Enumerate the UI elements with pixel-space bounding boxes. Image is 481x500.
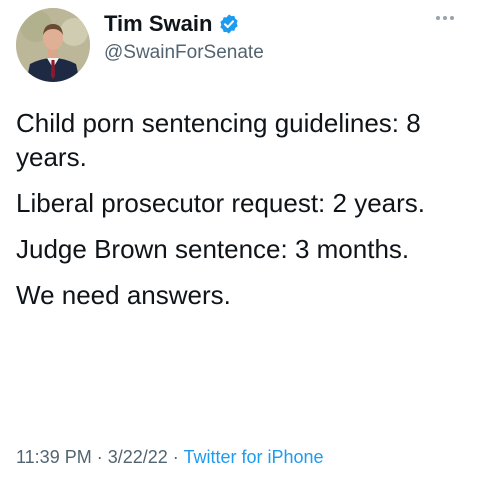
tweet-date[interactable]: 3/22/22 — [108, 447, 168, 467]
meta-separator: · — [167, 447, 184, 467]
dot — [436, 16, 440, 20]
tweet-header: Tim Swain @SwainForSenate — [104, 10, 424, 64]
dot — [450, 16, 454, 20]
avatar[interactable] — [16, 8, 90, 82]
meta-separator: · — [91, 447, 108, 467]
handle[interactable]: @SwainForSenate — [104, 42, 424, 64]
more-options-icon[interactable] — [431, 8, 459, 28]
verified-badge-icon — [218, 13, 240, 35]
display-name[interactable]: Tim Swain — [104, 11, 212, 37]
name-row: Tim Swain — [104, 10, 424, 38]
tweet-source-link[interactable]: Twitter for iPhone — [183, 447, 323, 467]
tweet-time[interactable]: 11:39 PM — [16, 447, 92, 467]
tweet-paragraph: Judge Brown sentence: 3 months. — [16, 234, 410, 264]
dot — [443, 16, 447, 20]
tweet-text: Child porn sentencing guidelines: 8 year… — [16, 106, 466, 324]
tweet-meta: 11:39 PM · 3/22/22 · Twitter for iPhone — [16, 447, 324, 468]
tweet-paragraph: We need answers. — [16, 280, 231, 310]
tweet-paragraph: Child porn sentencing guidelines: 8 year… — [16, 108, 421, 172]
tweet-paragraph: Liberal prosecutor request: 2 years. — [16, 188, 425, 218]
tweet-card: Tim Swain @SwainForSenate Child porn sen… — [0, 0, 481, 500]
